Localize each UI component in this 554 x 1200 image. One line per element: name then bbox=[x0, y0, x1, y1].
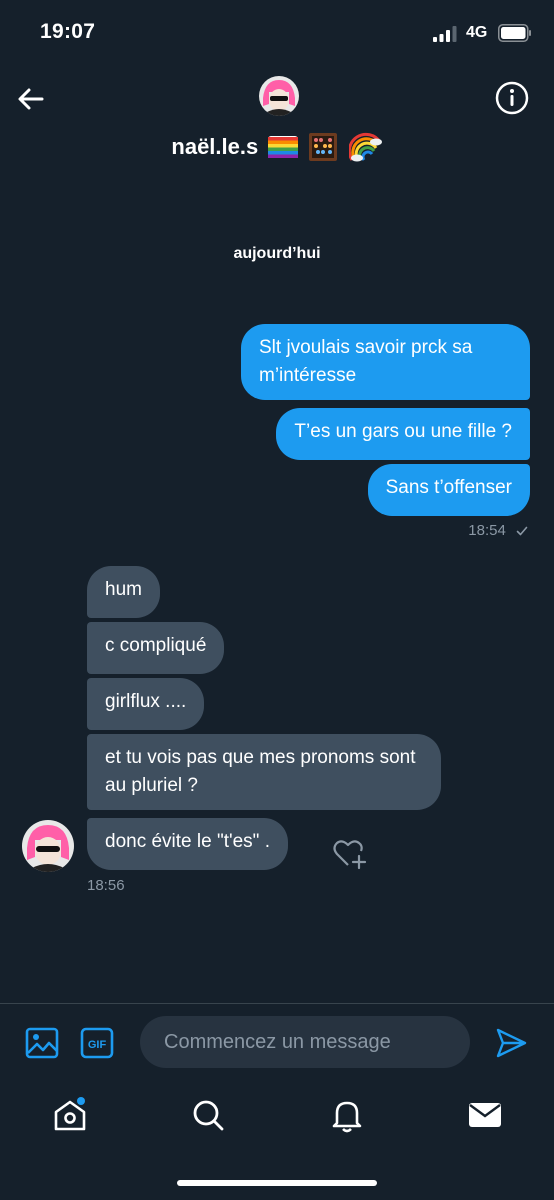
bottom-tab-bar bbox=[0, 1083, 554, 1200]
sent-timestamp: 18:54 bbox=[468, 522, 528, 539]
gif-label: GIF bbox=[88, 1039, 107, 1051]
abacus-icon bbox=[309, 133, 338, 161]
message-composer: GIF Commencez un message bbox=[0, 1003, 554, 1083]
received-timestamp: 18:56 bbox=[87, 877, 125, 894]
checkmark-icon bbox=[516, 526, 528, 536]
back-arrow-icon[interactable] bbox=[14, 82, 48, 116]
contact-avatar[interactable] bbox=[259, 76, 299, 116]
received-message-bubble[interactable]: c compliqué bbox=[87, 622, 225, 674]
message-input[interactable]: Commencez un message bbox=[140, 1016, 470, 1068]
sent-message-bubble[interactable]: Slt jvoulais savoir prck sa m’intéresse bbox=[241, 324, 530, 400]
gif-icon[interactable]: GIF bbox=[80, 1026, 114, 1060]
received-message-bubble[interactable]: hum bbox=[87, 566, 160, 618]
signal-strength-icon bbox=[433, 26, 457, 42]
search-icon[interactable] bbox=[188, 1095, 228, 1135]
sent-timestamp-text: 18:54 bbox=[468, 522, 506, 539]
contact-name-text: naël.le.s bbox=[171, 134, 259, 159]
home-icon[interactable] bbox=[50, 1095, 90, 1135]
status-time: 19:07 bbox=[40, 20, 96, 43]
pride-flag-icon bbox=[268, 136, 299, 158]
battery-icon bbox=[498, 24, 531, 42]
conversation-header: naël.le.s bbox=[0, 66, 554, 196]
received-message-bubble[interactable]: et tu vois pas que mes pronoms sont au p… bbox=[87, 734, 441, 810]
sender-avatar[interactable] bbox=[22, 820, 74, 872]
image-icon[interactable] bbox=[25, 1026, 59, 1060]
sent-message-bubble[interactable]: Sans t’offenser bbox=[367, 464, 530, 516]
received-message-bubble[interactable]: donc évite le "t'es" . bbox=[87, 818, 288, 870]
mail-icon[interactable] bbox=[465, 1095, 505, 1135]
info-icon[interactable] bbox=[494, 80, 530, 116]
status-bar: 19:07 4G bbox=[0, 0, 554, 66]
network-type: 4G bbox=[466, 24, 488, 41]
send-icon[interactable] bbox=[494, 1026, 528, 1060]
received-message-bubble[interactable]: girlflux .... bbox=[87, 678, 205, 730]
rainbow-icon bbox=[348, 132, 382, 162]
notification-dot bbox=[77, 1097, 85, 1105]
bell-icon[interactable] bbox=[327, 1095, 367, 1135]
home-indicator bbox=[177, 1180, 377, 1186]
contact-name[interactable]: naël.le.s bbox=[0, 132, 554, 162]
heart-plus-icon[interactable] bbox=[332, 836, 368, 870]
sent-message-bubble[interactable]: T’es un gars ou une fille ? bbox=[276, 408, 530, 460]
day-divider: aujourd’hui bbox=[233, 245, 321, 262]
